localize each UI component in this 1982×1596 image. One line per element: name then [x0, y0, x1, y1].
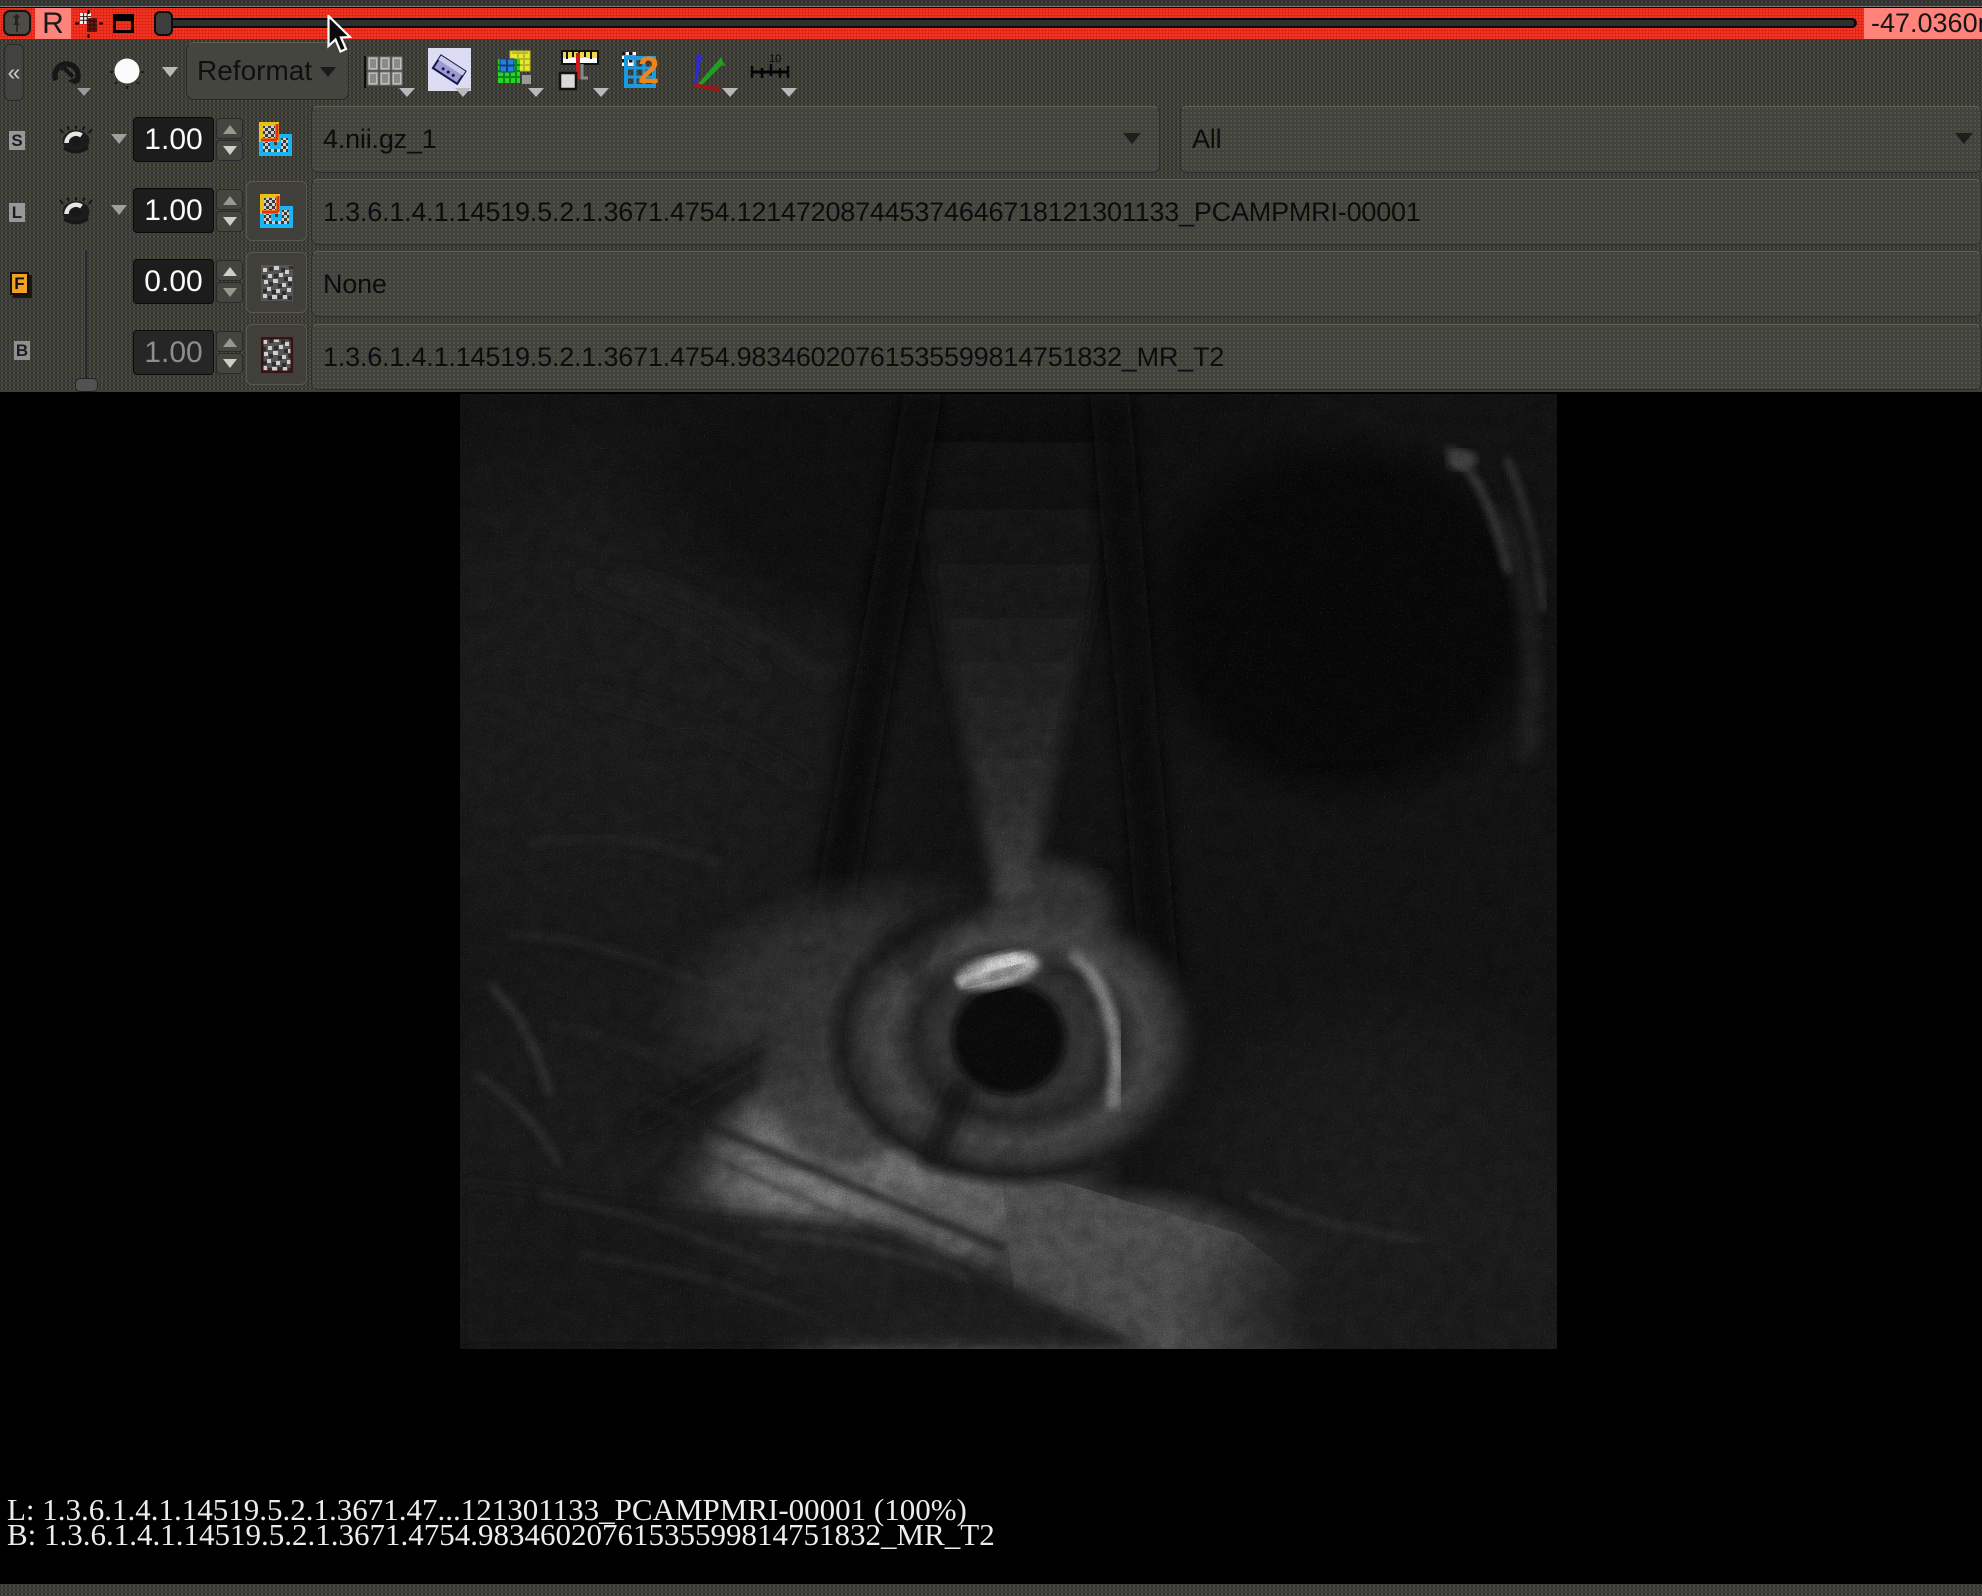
svg-text:10: 10 [769, 53, 781, 65]
svg-text:2: 2 [638, 50, 659, 88]
